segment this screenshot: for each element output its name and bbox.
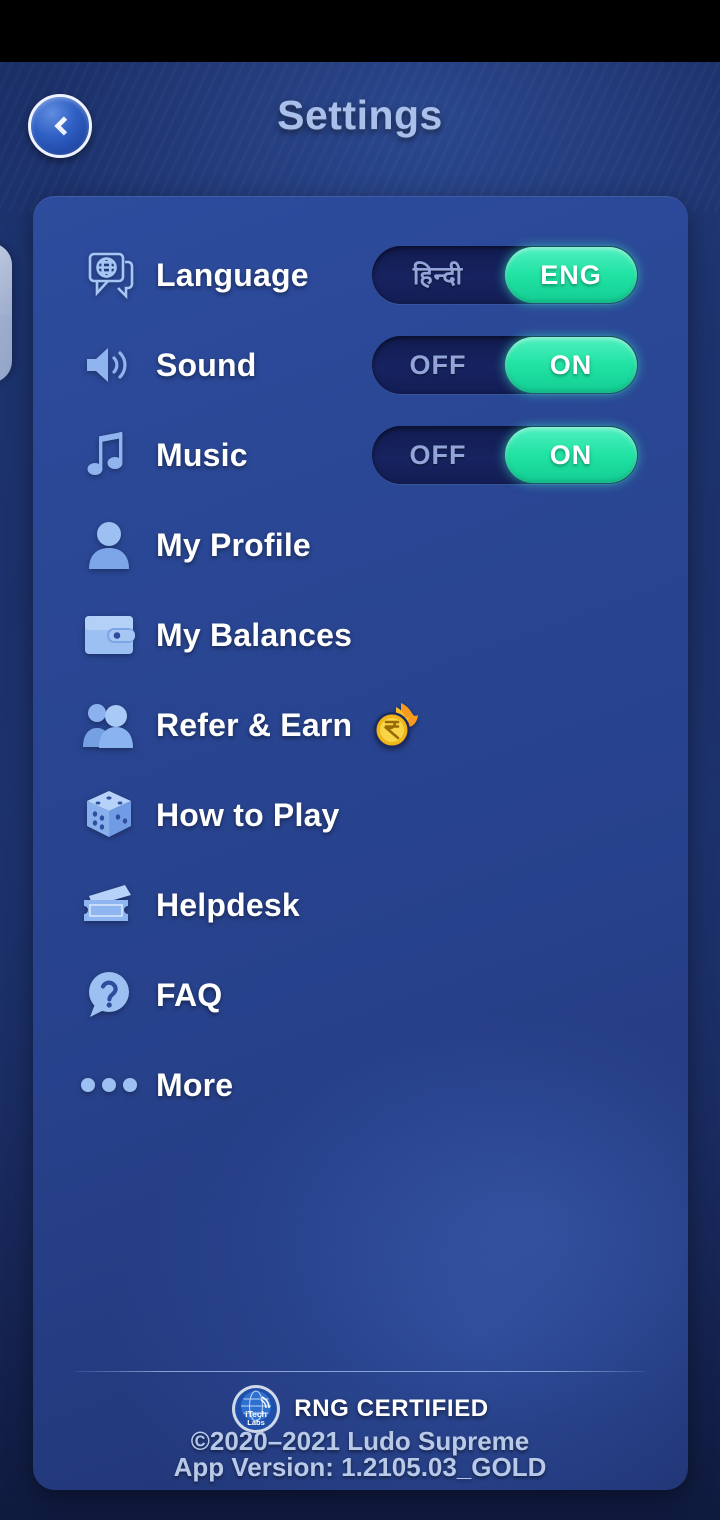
row-label: My Profile xyxy=(156,526,311,563)
app-screen: Settings Language हिन्दी ENG Sound OFF O… xyxy=(0,0,720,1520)
settings-row-music[interactable]: Music OFF ON xyxy=(33,420,688,490)
toggle-option-hindi[interactable]: हिन्दी xyxy=(372,246,504,304)
row-label: FAQ xyxy=(156,976,223,1013)
two-people-icon xyxy=(78,697,140,753)
ticket-icon xyxy=(78,877,140,933)
settings-row-sound[interactable]: Sound OFF ON xyxy=(33,330,688,400)
status-bar xyxy=(0,0,720,62)
row-label: Sound xyxy=(156,346,257,383)
flaming-rupee-coin-icon xyxy=(368,699,426,751)
person-icon xyxy=(78,517,140,573)
toggle-option-on[interactable]: ON xyxy=(505,427,637,483)
settings-row-more[interactable]: More xyxy=(33,1050,688,1120)
settings-panel: Language हिन्दी ENG Sound OFF ON Music O… xyxy=(33,196,688,1490)
row-label: My Balances xyxy=(156,616,353,653)
row-label: Music xyxy=(156,436,248,473)
toggle-option-eng[interactable]: ENG xyxy=(505,247,637,303)
music-note-icon xyxy=(78,427,140,483)
header: Settings xyxy=(0,62,720,196)
language-toggle[interactable]: हिन्दी ENG xyxy=(372,246,638,304)
settings-row-faq[interactable]: FAQ xyxy=(33,960,688,1030)
settings-row-my-balances[interactable]: My Balances xyxy=(33,600,688,670)
footer-divider xyxy=(75,1371,645,1372)
app-version-text: App Version: 1.2105.03_GOLD xyxy=(173,1452,547,1482)
rng-certified-label: RNG CERTIFIED xyxy=(294,1395,489,1422)
question-speech-bubble-icon xyxy=(78,967,140,1023)
globe-speech-bubble-icon xyxy=(78,247,140,303)
toggle-option-off[interactable]: OFF xyxy=(372,426,504,484)
speaker-icon xyxy=(78,337,140,393)
toggle-option-on[interactable]: ON xyxy=(505,337,637,393)
settings-row-my-profile[interactable]: My Profile xyxy=(33,510,688,580)
three-dots-icon xyxy=(78,1057,140,1113)
music-toggle[interactable]: OFF ON xyxy=(372,426,638,484)
settings-row-refer-earn[interactable]: Refer & Earn xyxy=(33,690,688,760)
sound-toggle[interactable]: OFF ON xyxy=(372,336,638,394)
row-label: More xyxy=(156,1066,234,1103)
row-label: Helpdesk xyxy=(156,886,300,923)
settings-row-helpdesk[interactable]: Helpdesk xyxy=(33,870,688,940)
row-label: How to Play xyxy=(156,796,340,833)
offscreen-side-tab[interactable] xyxy=(0,243,12,383)
wallet-icon xyxy=(78,607,140,663)
settings-row-how-to-play[interactable]: How to Play xyxy=(33,780,688,850)
dice-icon xyxy=(78,787,140,843)
row-label: Language xyxy=(156,256,309,293)
toggle-option-off[interactable]: OFF xyxy=(372,336,504,394)
settings-row-language[interactable]: Language हिन्दी ENG xyxy=(33,240,688,310)
row-label: Refer & Earn xyxy=(156,706,353,743)
page-title: Settings xyxy=(277,92,443,138)
